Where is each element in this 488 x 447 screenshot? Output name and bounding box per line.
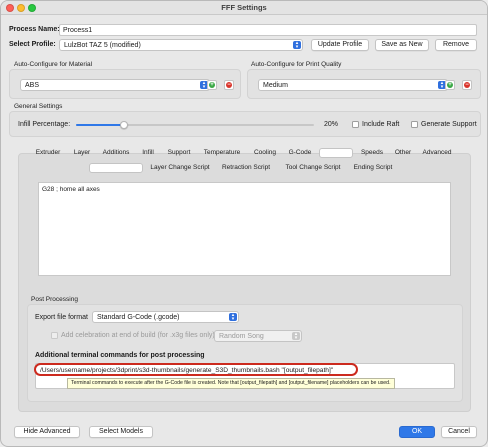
tab-extruder[interactable]: Extruder — [31, 148, 65, 158]
quality-group: Medium ▴ ▾ + − — [247, 69, 481, 99]
tab-additions[interactable]: Additions — [99, 148, 133, 158]
celebration-song-select[interactable]: Random Song ▴ ▾ — [214, 330, 302, 342]
settings-window: FFF Settings Process Name: Process1 Sele… — [0, 0, 488, 447]
select-arrows-icon: ▴ ▾ — [292, 332, 300, 341]
material-select[interactable]: ABS ▴ ▾ — [20, 79, 210, 91]
export-format-label: Export file format — [35, 314, 88, 321]
subtab-layer-change-script[interactable]: Layer Change Script — [147, 163, 213, 173]
commands-tooltip: Terminal commands to execute after the G… — [67, 378, 395, 389]
title-bar: FFF Settings — [1, 1, 487, 15]
tab-speeds[interactable]: Speeds — [357, 148, 387, 158]
remove-quality-button[interactable]: − — [462, 80, 472, 90]
infill-percentage-label: Infill Percentage: — [18, 121, 71, 128]
plus-icon: + — [447, 82, 453, 88]
celebration-checkbox[interactable] — [51, 332, 58, 339]
script-editor[interactable]: G28 ; home all axes — [38, 182, 451, 276]
infill-slider-fill — [76, 124, 124, 126]
remove-material-button[interactable]: − — [224, 80, 234, 90]
select-models-button[interactable]: Select Models — [89, 426, 153, 438]
process-name-label: Process Name: — [9, 26, 60, 33]
update-profile-button[interactable]: Update Profile — [311, 39, 369, 51]
additional-commands-label: Additional terminal commands for post pr… — [35, 352, 205, 359]
add-material-button[interactable]: + — [207, 80, 217, 90]
post-processing-group: Export file format Standard G-Code (.gco… — [27, 304, 463, 402]
remove-profile-button[interactable]: Remove — [435, 39, 477, 51]
highlight-annotation — [34, 363, 358, 376]
window-title: FFF Settings — [221, 3, 267, 12]
ok-button[interactable]: OK — [399, 426, 435, 438]
export-format-select[interactable]: Standard G-Code (.gcode) ▴ ▾ — [92, 311, 239, 323]
tab-support[interactable]: Support — [163, 148, 195, 158]
infill-slider[interactable] — [76, 124, 314, 126]
include-raft-checkbox[interactable] — [352, 121, 359, 128]
material-select-value: ABS — [25, 82, 40, 89]
subtab-ending-script[interactable]: Ending Script — [349, 163, 397, 173]
infill-slider-handle[interactable] — [119, 121, 128, 129]
main-tab-bar: Extruder Layer Additions Infill Support … — [31, 148, 461, 160]
add-quality-button[interactable]: + — [445, 80, 455, 90]
select-arrows-icon: ▴ ▾ — [293, 41, 301, 50]
plus-icon: + — [209, 82, 215, 88]
material-group-label: Auto-Configure for Material — [14, 61, 93, 68]
quality-group-label: Auto-Configure for Print Quality — [251, 61, 342, 68]
script-tab-bar: Layer Change Script Retraction Script To… — [87, 163, 407, 175]
post-processing-label: Post Processing — [31, 296, 78, 303]
tab-layer[interactable]: Layer — [69, 148, 95, 158]
tab-scripts-selected[interactable] — [319, 148, 353, 158]
celebration-song-value: Random Song — [219, 333, 264, 340]
tab-other[interactable]: Other — [391, 148, 415, 158]
celebration-label: Add celebration at end of build (for .x3… — [61, 332, 215, 339]
subtab-retraction-script[interactable]: Retraction Script — [217, 163, 275, 173]
tab-gcode[interactable]: G-Code — [285, 148, 315, 158]
select-profile-label: Select Profile: — [9, 41, 56, 48]
process-name-field[interactable]: Process1 — [59, 24, 477, 36]
quality-select[interactable]: Medium ▴ ▾ — [258, 79, 448, 91]
tab-infill[interactable]: Infill — [137, 148, 159, 158]
general-settings-group: Infill Percentage: 20% Include Raft Gene… — [9, 111, 481, 137]
generate-support-label: Generate Support — [421, 121, 477, 128]
tab-advanced[interactable]: Advanced — [419, 148, 455, 158]
hide-advanced-button[interactable]: Hide Advanced — [14, 426, 80, 438]
general-settings-label: General Settings — [14, 103, 63, 110]
select-arrows-icon: ▴ ▾ — [229, 313, 237, 322]
material-group: ABS ▴ ▾ + − — [9, 69, 241, 99]
include-raft-label: Include Raft — [362, 121, 400, 128]
generate-support-checkbox[interactable] — [411, 121, 418, 128]
profile-select-value: LulzBot TAZ 5 (modified) — [64, 42, 141, 49]
infill-percentage-value: 20% — [324, 121, 339, 128]
minus-icon: − — [464, 82, 470, 88]
script-editor-text: G28 ; home all axes — [42, 186, 100, 193]
minus-icon: − — [226, 82, 232, 88]
tab-temperature[interactable]: Temperature — [199, 148, 245, 158]
save-as-new-button[interactable]: Save as New — [375, 39, 429, 51]
export-format-value: Standard G-Code (.gcode) — [97, 314, 180, 321]
subtab-tool-change-script[interactable]: Tool Change Script — [281, 163, 345, 173]
quality-select-value: Medium — [263, 82, 288, 89]
tab-cooling[interactable]: Cooling — [249, 148, 281, 158]
subtab-selected[interactable] — [89, 163, 143, 173]
profile-select[interactable]: LulzBot TAZ 5 (modified) ▴ ▾ — [59, 39, 303, 51]
cancel-button[interactable]: Cancel — [441, 426, 477, 438]
